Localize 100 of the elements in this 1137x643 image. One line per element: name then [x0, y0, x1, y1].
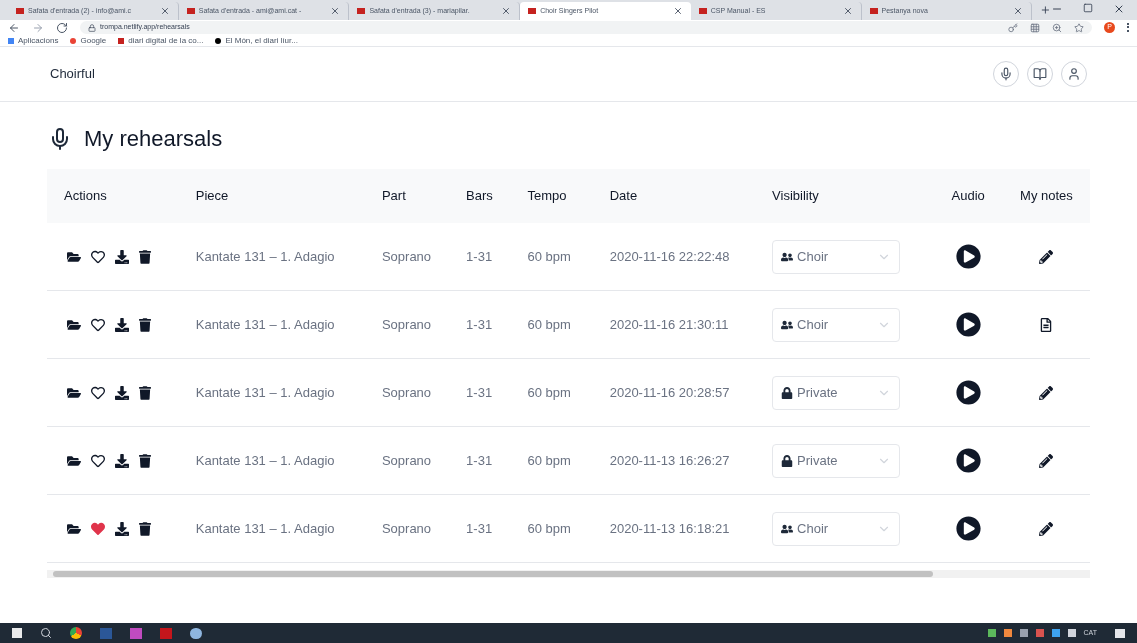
tempo-cell-text: 60 bpm [527, 383, 572, 402]
column-header: Actions [63, 187, 108, 206]
page-title: My rehearsals [84, 125, 223, 153]
piece-cell-text: Kantate 131 – 1. Adagio [195, 451, 336, 470]
book-icon [1033, 67, 1047, 81]
column-header: Part [381, 187, 407, 206]
star-icon[interactable] [1074, 22, 1084, 33]
part-cell-text: Soprano [381, 383, 433, 402]
visibility-select[interactable]: Private [772, 375, 901, 410]
column-header: Date [609, 187, 639, 206]
trash-icon[interactable] [139, 453, 151, 468]
date-cell-text: 2020-11-16 22:22:48 [609, 247, 731, 266]
download-icon[interactable] [115, 385, 129, 400]
tab-favicon-icon [869, 8, 878, 14]
trash-icon[interactable] [139, 385, 151, 400]
visibility-select[interactable]: Choir [772, 511, 901, 546]
tempo-cell-text: 60 bpm [527, 519, 572, 538]
tab-favicon-icon [528, 8, 537, 14]
lock-icon [781, 454, 794, 467]
media-app-icon[interactable] [130, 627, 142, 639]
people-icon [781, 318, 794, 331]
lock-icon [88, 23, 96, 32]
play-icon[interactable] [955, 312, 981, 337]
heart-icon[interactable] [91, 317, 105, 332]
heart-icon[interactable] [91, 385, 105, 400]
piece-cell-text: Kantate 131 – 1. Adagio [195, 383, 336, 402]
tempo-cell-text: 60 bpm [527, 315, 572, 334]
part-cell-text: Soprano [381, 315, 433, 334]
date-cell-text: 2020-11-16 21:30:11 [609, 315, 730, 334]
close-icon[interactable] [672, 6, 683, 16]
date-cell-text: 2020-11-13 16:18:21 [609, 519, 731, 538]
browser-app-icon[interactable] [70, 627, 82, 639]
windows-start-icon[interactable] [12, 628, 22, 638]
search-icon[interactable] [40, 627, 52, 639]
pencil-icon[interactable] [1039, 521, 1054, 536]
folder-icon[interactable] [67, 249, 81, 264]
tab-favicon-icon [357, 8, 366, 14]
close-icon[interactable] [1013, 6, 1024, 16]
play-icon[interactable] [955, 448, 981, 473]
heart-icon[interactable] [91, 453, 105, 468]
people-icon [781, 522, 794, 535]
bars-cell-text: 1-31 [466, 247, 494, 266]
play-icon[interactable] [955, 380, 981, 405]
close-icon[interactable] [1113, 3, 1125, 15]
pdf-app-icon[interactable] [160, 627, 172, 639]
close-icon[interactable] [159, 6, 170, 16]
bookmark[interactable]: Google [70, 34, 107, 47]
folder-icon[interactable] [67, 453, 81, 468]
visibility-select[interactable]: Choir [772, 307, 901, 342]
trash-icon[interactable] [139, 249, 151, 264]
bookmark[interactable]: diari digital de la co... [118, 34, 204, 47]
paint-app-icon[interactable] [190, 627, 202, 639]
download-icon[interactable] [115, 453, 129, 468]
zoom-icon[interactable] [1052, 22, 1062, 33]
folder-icon[interactable] [67, 385, 81, 400]
close-icon[interactable] [330, 6, 341, 16]
column-header: Bars [466, 187, 494, 206]
close-icon[interactable] [501, 6, 512, 16]
key-icon[interactable] [1008, 22, 1018, 33]
trash-icon[interactable] [139, 521, 151, 536]
piece-cell-text: Kantate 131 – 1. Adagio [195, 247, 336, 266]
reload-icon[interactable] [56, 21, 68, 34]
bookmark[interactable]: Aplicacions [8, 34, 59, 47]
play-icon[interactable] [955, 516, 981, 541]
bars-cell-text: 1-31 [466, 383, 494, 402]
part-cell-text: Soprano [381, 247, 433, 266]
play-icon[interactable] [955, 244, 981, 269]
bookmark[interactable]: El Món, el diari líur... [215, 34, 298, 47]
column-header: Visibility [772, 187, 820, 206]
download-icon[interactable] [115, 249, 129, 264]
people-icon [781, 250, 794, 263]
trash-icon[interactable] [139, 317, 151, 332]
pencil-icon[interactable] [1039, 249, 1054, 264]
pencil-icon[interactable] [1039, 453, 1054, 468]
pencil-icon[interactable] [1039, 385, 1054, 400]
visibility-select[interactable]: Private [772, 443, 901, 478]
tab-favicon-icon [16, 8, 24, 14]
heart-icon[interactable] [91, 249, 105, 264]
column-header: Audio [950, 187, 986, 206]
restore-icon[interactable] [1083, 3, 1093, 13]
folder-icon[interactable] [67, 317, 81, 332]
visibility-select[interactable]: Choir [772, 239, 901, 274]
document-icon[interactable] [1040, 317, 1053, 332]
bars-cell-text: 1-31 [466, 315, 494, 334]
column-header: Tempo [527, 187, 568, 206]
folder-icon[interactable] [67, 521, 81, 536]
bars-cell-text: 1-31 [466, 451, 494, 470]
new-tab-icon[interactable] [1040, 4, 1051, 16]
back-icon[interactable] [8, 21, 20, 34]
column-header: My notes [1019, 187, 1074, 206]
horizontal-scrollbar[interactable] [47, 570, 1090, 578]
part-cell-text: Soprano [381, 451, 433, 470]
microphone-icon [999, 67, 1013, 81]
download-icon[interactable] [115, 317, 129, 332]
tempo-cell-text: 60 bpm [527, 451, 572, 470]
piece-cell-text: Kantate 131 – 1. Adagio [195, 519, 336, 538]
close-icon[interactable] [842, 6, 853, 16]
tempo-cell-text: 60 bpm [527, 247, 572, 266]
download-icon[interactable] [115, 521, 129, 536]
brand-name[interactable]: Choirful [50, 64, 95, 84]
